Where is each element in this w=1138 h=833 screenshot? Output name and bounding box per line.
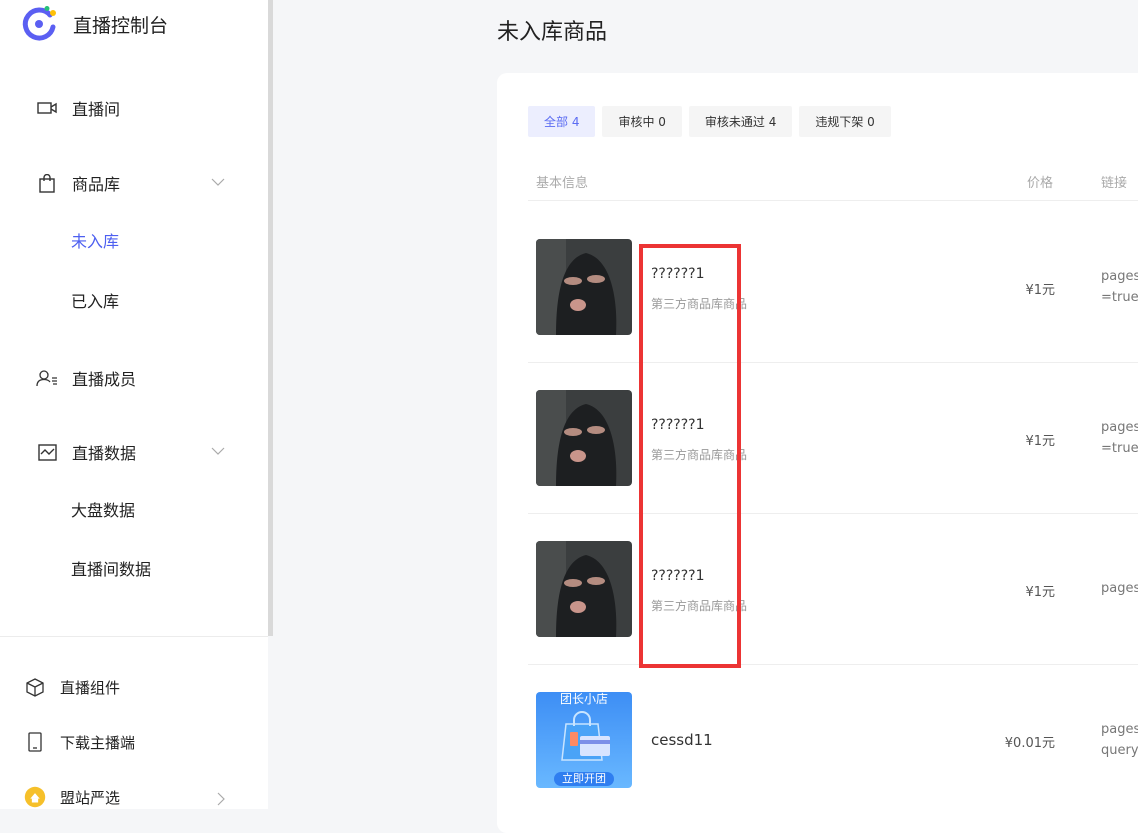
product-link[interactable]: pages query [1101,719,1138,761]
product-link[interactable]: pages =true [1101,266,1138,308]
product-thumbnail [536,390,632,486]
product-thumbnail [536,541,632,637]
link-line-1: pages [1101,420,1138,435]
video-camera-icon [36,97,58,119]
sidebar: 直播控制台 直播间 商品库 未入库 已入库 直播成员 直播数据 大盘数据 直播间… [0,0,268,809]
store-badge-icon [24,786,46,808]
sidebar-item-label: 直播成员 [72,370,137,389]
sidebar-item-label: 直播组件 [60,678,121,697]
member-icon [36,367,58,389]
sidebar-item-download-host[interactable]: 下载主播端 [24,731,135,753]
column-header-link: 链接 [1101,176,1128,191]
product-name: cessd11 [651,731,713,749]
link-line-1: pages [1101,581,1138,596]
thumb-store-title: 团长小店 [559,692,608,706]
table-row[interactable]: ??????1 第三方商品库商品 ¥1元 pages [497,514,1138,665]
chart-icon [36,441,58,463]
product-list-card: 全部 4 审核中 0 审核未通过 4 违规下架 0 基本信息 价格 链接 ???… [497,73,1138,833]
highlight-annotation-box [639,244,741,668]
sidebar-item-live-components[interactable]: 直播组件 [24,676,120,698]
product-thumbnail: 团长小店 立即开团 [536,692,632,788]
sidebar-item-members[interactable]: 直播成员 [36,366,136,390]
chevron-down-icon[interactable] [210,443,226,459]
sidebar-divider [0,636,268,637]
sidebar-item-label: 盟站严选 [60,788,121,807]
status-tabs: 全部 4 审核中 0 审核未通过 4 违规下架 0 [528,106,891,137]
sidebar-item-product-library[interactable]: 商品库 [36,171,120,195]
sidebar-item-label: 商品库 [72,175,121,194]
sidebar-item-label: 直播数据 [72,444,137,463]
sidebar-item-live-room[interactable]: 直播间 [36,96,120,120]
sidebar-item-room-data[interactable]: 直播间数据 [71,556,151,580]
product-price: ¥1元 [1025,434,1055,449]
link-line-2: =true [1101,290,1138,305]
shopping-bag-icon [36,172,58,194]
column-header-price: 价格 [1027,176,1054,191]
tab-violation-removed[interactable]: 违规下架 0 [799,106,891,137]
shopping-bag-card-icon [561,711,610,761]
sidebar-item-alliance-select[interactable]: 盟站严选 [24,786,120,808]
table-row[interactable]: ??????1 第三方商品库商品 ¥1元 pages =true [497,212,1138,363]
link-line-1: pages [1101,269,1138,284]
table-row[interactable]: 团长小店 立即开团 cessd11 ¥0.01元 pages query [497,665,1138,816]
sidebar-item-not-stocked[interactable]: 未入库 [71,228,119,252]
sidebar-item-live-data[interactable]: 直播数据 [36,440,136,464]
chevron-down-icon[interactable] [210,174,226,190]
product-price: ¥1元 [1025,283,1055,298]
sidebar-item-stocked[interactable]: 已入库 [71,288,119,312]
cube-icon [24,676,46,698]
link-line-2: =true [1101,441,1138,456]
sidebar-item-overview-data[interactable]: 大盘数据 [71,497,135,521]
page-title: 未入库商品 [497,20,608,45]
sidebar-scrollbar[interactable] [268,0,273,636]
link-line-1: pages [1101,722,1138,737]
product-thumbnail [536,239,632,335]
thumb-start-group-button: 立即开团 [554,772,614,786]
product-link[interactable]: pages =true [1101,417,1138,459]
tab-rejected[interactable]: 审核未通过 4 [688,106,793,137]
tab-all[interactable]: 全部 4 [528,106,596,137]
tab-reviewing[interactable]: 审核中 0 [602,106,682,137]
column-header-info: 基本信息 [536,176,589,191]
app-logo: 直播控制台 [20,6,168,42]
product-price: ¥0.01元 [1004,736,1055,751]
header-divider [528,200,1138,201]
link-line-2: query [1101,743,1138,758]
logo-icon [22,6,56,41]
sidebar-item-label: 直播间 [72,100,121,119]
sidebar-item-label: 下载主播端 [60,733,136,752]
table-row[interactable]: ??????1 第三方商品库商品 ¥1元 pages =true [497,363,1138,514]
chevron-right-icon[interactable] [214,792,228,806]
phone-icon [24,731,46,753]
app-title: 直播控制台 [73,14,169,37]
product-link[interactable]: pages [1101,578,1138,599]
product-price: ¥1元 [1025,585,1055,600]
